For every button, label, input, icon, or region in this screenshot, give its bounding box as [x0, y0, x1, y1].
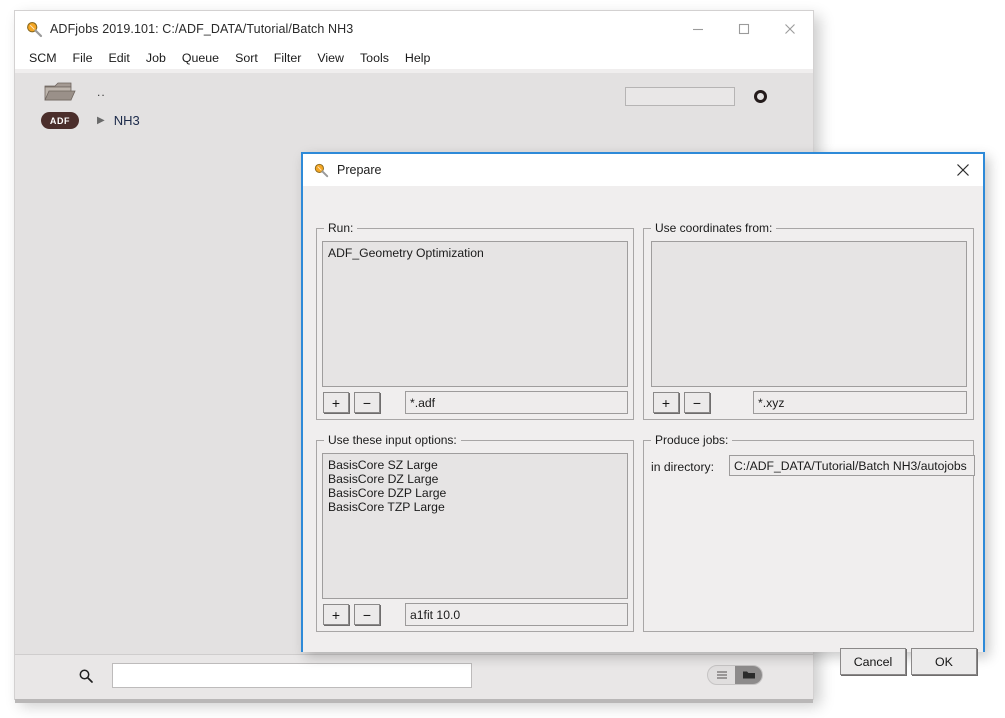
- menu-item-queue[interactable]: Queue: [182, 51, 219, 65]
- menu-item-file[interactable]: File: [73, 51, 93, 65]
- list-item[interactable]: BasisCore SZ Large: [328, 458, 622, 472]
- main-titlebar: ADFjobs 2019.101: C:/ADF_DATA/Tutorial/B…: [15, 11, 813, 47]
- run-remove-button[interactable]: −: [354, 392, 380, 413]
- input-options-add-button[interactable]: +: [323, 604, 349, 625]
- directory-input[interactable]: C:/ADF_DATA/Tutorial/Batch NH3/autojobs: [729, 455, 975, 476]
- run-listbox[interactable]: ADF_Geometry Optimization: [322, 241, 628, 387]
- list-item[interactable]: BasisCore DZ Large: [328, 472, 622, 486]
- menu-item-filter[interactable]: Filter: [274, 51, 302, 65]
- coordinates-filter-input[interactable]: *.xyz: [753, 391, 967, 414]
- status-text-field[interactable]: [625, 87, 735, 106]
- run-filter-input[interactable]: *.adf: [405, 391, 628, 414]
- list-view-icon[interactable]: [708, 666, 735, 684]
- coordinates-listbox[interactable]: [651, 241, 967, 387]
- input-options-filter-input[interactable]: a1fit 10.0: [405, 603, 628, 626]
- magnifier-icon: [25, 20, 43, 38]
- menu-item-scm[interactable]: SCM: [29, 51, 57, 65]
- input-options-group-legend: Use these input options:: [324, 433, 461, 447]
- window-controls: [675, 11, 813, 47]
- input-options-listbox[interactable]: BasisCore SZ Large BasisCore DZ Large Ba…: [322, 453, 628, 599]
- folder-view-icon[interactable]: [735, 666, 762, 684]
- dialog-titlebar: Prepare: [303, 154, 983, 186]
- menubar: SCM File Edit Job Queue Sort Filter View…: [15, 47, 813, 69]
- adf-badge: ADF: [41, 112, 79, 129]
- run-group-legend: Run:: [324, 221, 357, 235]
- list-item[interactable]: BasisCore TZP Large: [328, 500, 622, 514]
- folder-icon: [41, 79, 77, 105]
- coordinates-group-legend: Use coordinates from:: [651, 221, 776, 235]
- prepare-dialog: Prepare Run: ADF_Geometry Optimization +…: [301, 152, 985, 652]
- cancel-button[interactable]: Cancel: [840, 648, 906, 675]
- job-row-nh3[interactable]: ADF ▶ NH3: [41, 112, 140, 129]
- list-item[interactable]: BasisCore DZP Large: [328, 486, 622, 500]
- search-icon: [77, 667, 95, 685]
- minimize-icon[interactable]: [675, 11, 721, 47]
- updir-row[interactable]: ..: [41, 79, 106, 105]
- statusbar: [15, 654, 813, 699]
- magnifier-icon: [313, 162, 329, 178]
- menu-item-help[interactable]: Help: [405, 51, 430, 65]
- circle-indicator: [754, 90, 767, 103]
- list-item[interactable]: ADF_Geometry Optimization: [328, 246, 622, 260]
- maximize-icon[interactable]: [721, 11, 767, 47]
- dialog-body: Run: ADF_Geometry Optimization + − *.adf…: [303, 186, 983, 652]
- coordinates-remove-button[interactable]: −: [684, 392, 710, 413]
- ok-button[interactable]: OK: [911, 648, 977, 675]
- search-input[interactable]: [112, 663, 472, 688]
- screen-root: ADFjobs 2019.101: C:/ADF_DATA/Tutorial/B…: [0, 0, 1005, 718]
- triangle-right-icon[interactable]: ▶: [97, 115, 105, 126]
- menu-item-sort[interactable]: Sort: [235, 51, 258, 65]
- window-bottom-edge: [15, 699, 813, 703]
- view-mode-toggle[interactable]: [707, 665, 763, 685]
- menu-item-job[interactable]: Job: [146, 51, 166, 65]
- directory-label: in directory:: [651, 460, 714, 474]
- main-window-title: ADFjobs 2019.101: C:/ADF_DATA/Tutorial/B…: [50, 22, 353, 36]
- updir-label: ..: [97, 85, 106, 99]
- input-options-remove-button[interactable]: −: [354, 604, 380, 625]
- menu-item-view[interactable]: View: [317, 51, 344, 65]
- coordinates-add-button[interactable]: +: [653, 392, 679, 413]
- produce-jobs-group-legend: Produce jobs:: [651, 433, 732, 447]
- job-label-nh3: NH3: [114, 113, 140, 128]
- close-icon[interactable]: [767, 11, 813, 47]
- run-add-button[interactable]: +: [323, 392, 349, 413]
- menu-item-edit[interactable]: Edit: [109, 51, 130, 65]
- dialog-title: Prepare: [337, 163, 381, 177]
- menu-item-tools[interactable]: Tools: [360, 51, 389, 65]
- close-icon[interactable]: [951, 159, 975, 181]
